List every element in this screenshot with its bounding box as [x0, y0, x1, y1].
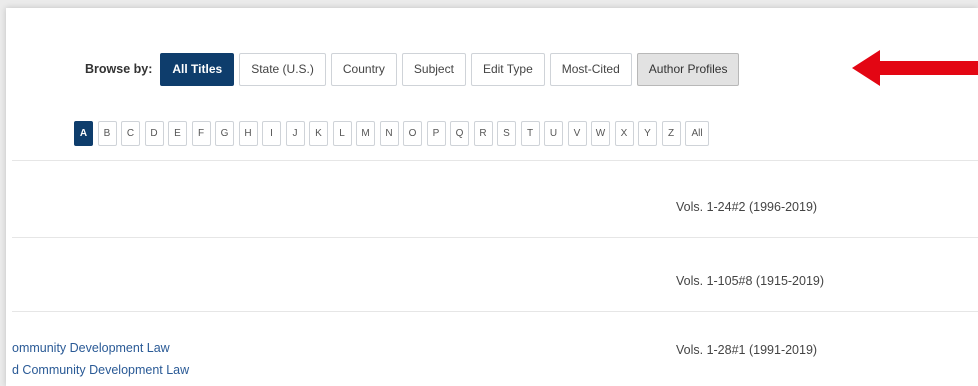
browse-most-cited-button[interactable]: Most-Cited — [549, 52, 632, 86]
alphabet-letter-g[interactable]: G — [215, 121, 234, 146]
alphabet-letter-e[interactable]: E — [168, 121, 187, 146]
alphabet-letter-k[interactable]: K — [309, 121, 328, 146]
alphabet-letter-b[interactable]: B — [97, 121, 117, 146]
alphabet-letter-l[interactable]: L — [332, 121, 352, 146]
volumes-text: Vols. 1-24#2 (1996-2019) — [676, 200, 818, 214]
browse-all-titles-button[interactable]: All Titles — [160, 52, 235, 86]
arrow-left-icon — [852, 50, 978, 86]
browse-edit-type-button[interactable]: Edit Type — [470, 52, 545, 86]
alphabet-letter-t[interactable]: T — [520, 121, 540, 146]
table-row: Vols. 1-24#2 (1996-2019) — [12, 161, 978, 235]
table-row: ommunity Development Law d Community Dev… — [12, 312, 978, 386]
alphabet-letter-j[interactable]: J — [285, 121, 305, 146]
alphabet-letter-q[interactable]: Q — [450, 121, 469, 146]
alphabet-letter-w[interactable]: W — [591, 121, 610, 146]
alphabet-letter-a[interactable]: A — [74, 121, 93, 146]
alphabet-letter-i[interactable]: I — [262, 121, 281, 146]
alphabet-letter-m[interactable]: M — [356, 121, 375, 146]
table-row: Vols. 1-105#8 (1915-2019) — [12, 238, 978, 312]
volumes-text: Vols. 1-105#8 (1915-2019) — [676, 274, 825, 288]
alphabet-letter-u[interactable]: U — [544, 121, 563, 146]
alphabet-filter: A B C D E F G H I J K L M N O P Q R S T U V W X Y Z All — [74, 121, 714, 146]
alphabet-letter-r[interactable]: R — [473, 121, 493, 146]
alphabet-letter-d[interactable]: D — [144, 121, 164, 146]
title-link[interactable]: ommunity Development Law — [12, 341, 170, 355]
title-link[interactable]: d Community Development Law — [12, 363, 189, 377]
alphabet-letter-h[interactable]: H — [238, 121, 258, 146]
alphabet-letter-o[interactable]: O — [403, 121, 422, 146]
volumes-text: Vols. 1-28#1 (1991-2019) — [676, 343, 818, 357]
alphabet-letter-f[interactable]: F — [191, 121, 211, 146]
alphabet-letter-p[interactable]: P — [426, 121, 446, 146]
alphabet-letter-c[interactable]: C — [121, 121, 140, 146]
alphabet-letter-z[interactable]: Z — [661, 121, 681, 146]
alphabet-letter-s[interactable]: S — [497, 121, 516, 146]
alphabet-letter-v[interactable]: V — [567, 121, 587, 146]
browse-subject-button[interactable]: Subject — [401, 52, 466, 86]
alphabet-letter-all[interactable]: All — [685, 121, 709, 146]
browse-by-label: Browse by: — [85, 62, 153, 76]
browse-country-button[interactable]: Country — [330, 52, 397, 86]
browse-state-button[interactable]: State (U.S.) — [239, 52, 326, 86]
alphabet-letter-n[interactable]: N — [379, 121, 399, 146]
browse-author-profiles-button[interactable]: Author Profiles — [636, 52, 740, 86]
alphabet-letter-y[interactable]: Y — [638, 121, 657, 146]
alphabet-letter-x[interactable]: X — [614, 121, 634, 146]
browse-by-bar: Browse by: All Titles State (U.S.) Count… — [85, 49, 744, 89]
content-panel: Browse by: All Titles State (U.S.) Count… — [6, 8, 978, 386]
